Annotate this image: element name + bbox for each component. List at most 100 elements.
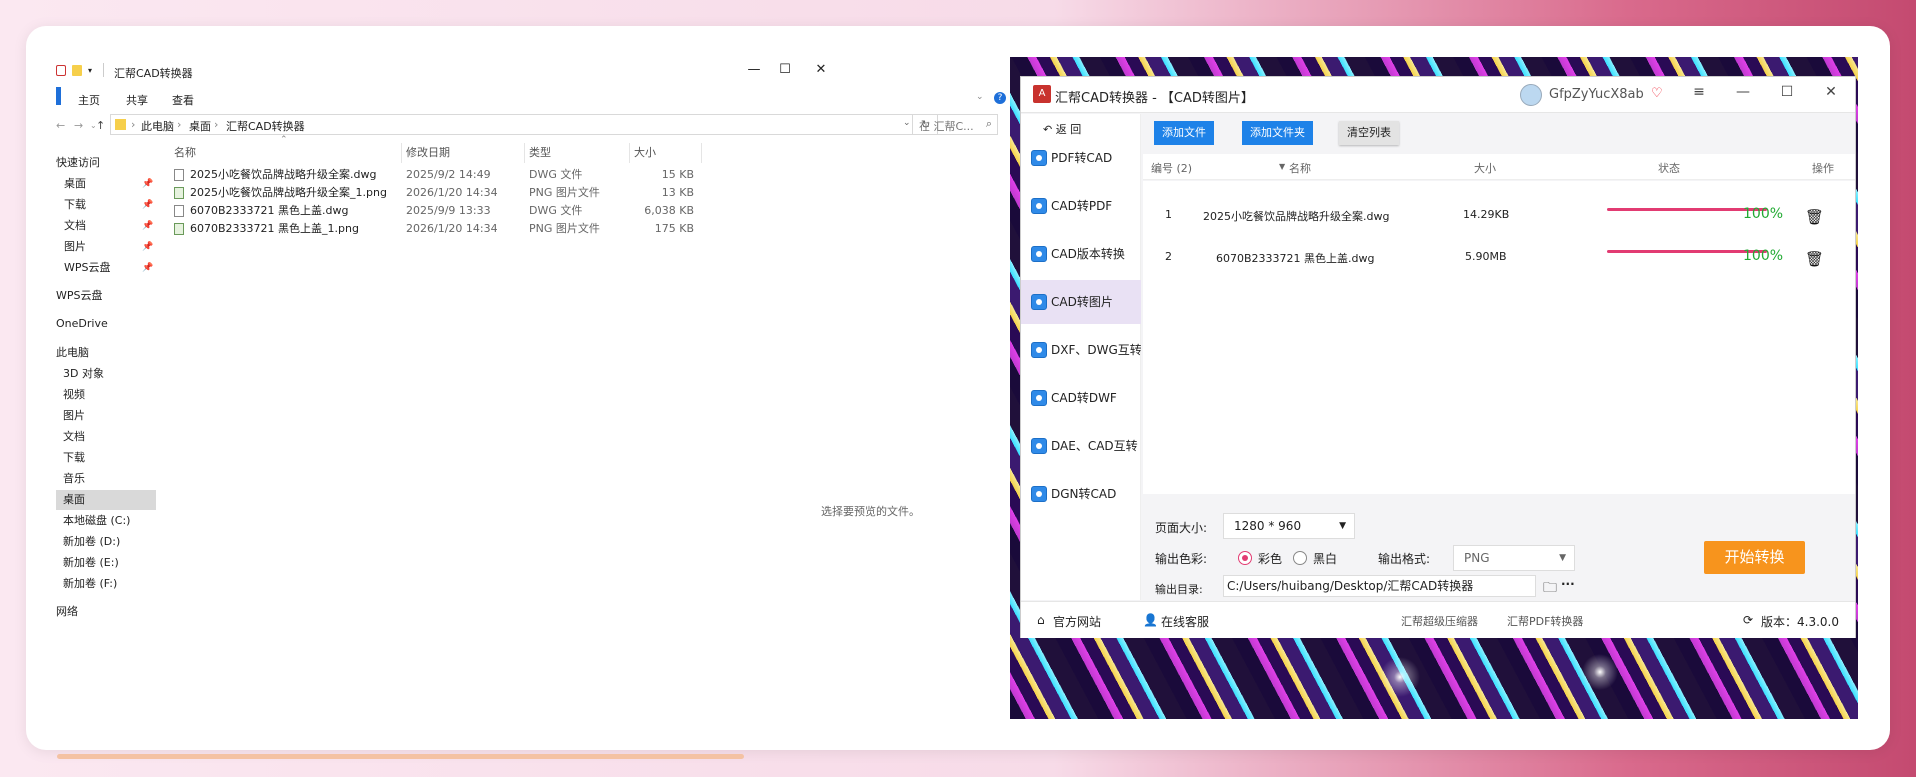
column-type[interactable]: 类型 — [529, 143, 551, 163]
ribbon-expand-icon[interactable]: ⌄ — [976, 92, 984, 102]
bw-option-label[interactable]: 黑白 — [1313, 550, 1337, 567]
start-convert-button[interactable]: 开始转换 — [1704, 541, 1805, 574]
app-title: 汇帮CAD转换器 - 【CAD转图片】 — [1055, 91, 1254, 106]
pin-icon: 📌 — [142, 200, 154, 210]
sidebar-item-dae-cad[interactable]: DAE、CAD互转 — [1021, 424, 1141, 468]
delete-icon[interactable]: 🗑 — [1805, 250, 1824, 268]
sidebar-item-cad-to-dwf[interactable]: CAD转DWF — [1021, 376, 1141, 420]
sidebar-item-cad-to-image[interactable]: CAD转图片 — [1021, 280, 1141, 324]
sidebar-item-dxf-dwg[interactable]: DXF、DWG互转 — [1021, 328, 1141, 372]
refresh-icon[interactable]: ⟳ — [1743, 613, 1753, 627]
sidebar-item-cad-version[interactable]: CAD版本转换 — [1021, 232, 1141, 276]
more-button[interactable]: ··· — [1561, 577, 1575, 591]
nav-quick-access[interactable]: 快速访问 — [56, 153, 100, 173]
compressor-link[interactable]: 汇帮超级压缩器 — [1401, 613, 1478, 629]
app-sidebar: ↶ 返 回 PDF转CAD CAD转PDF CAD版本转换 CAD转图片 DXF… — [1021, 114, 1141, 600]
pdf-converter-link[interactable]: 汇帮PDF转换器 — [1507, 613, 1583, 629]
column-modified[interactable]: 修改日期 — [406, 143, 450, 163]
nav-music[interactable]: 音乐 — [56, 469, 85, 489]
page-size-select[interactable]: 1280 * 960 ▼ — [1223, 513, 1355, 539]
color-radio-color[interactable] — [1238, 551, 1252, 565]
nav-onedrive[interactable]: OneDrive — [56, 314, 108, 334]
menu-icon[interactable]: ≡ — [1688, 84, 1710, 100]
support-link[interactable]: 在线客服 — [1161, 613, 1209, 630]
vip-icon[interactable]: ♡ — [1651, 86, 1663, 101]
nav-network[interactable]: 网络 — [56, 602, 78, 622]
sidebar-item-cad-to-pdf[interactable]: CAD转PDF — [1021, 184, 1141, 228]
ribbon-tab-home[interactable]: 主页 — [78, 92, 100, 108]
minimize-button[interactable]: — — [739, 60, 769, 80]
close-button[interactable]: ✕ — [806, 60, 836, 80]
search-box[interactable]: 在 汇帮C... ⌕ — [912, 114, 998, 135]
color-option-label[interactable]: 彩色 — [1258, 550, 1282, 567]
output-dir-input[interactable]: C:/Users/huibang/Desktop/汇帮CAD转换器 — [1223, 575, 1536, 597]
clear-list-button[interactable]: 清空列表 — [1339, 121, 1399, 145]
nav-pictures-pc[interactable]: 图片 — [56, 406, 85, 426]
nav-desktop-pc[interactable]: 桌面 — [56, 490, 156, 510]
color-radio-bw[interactable] — [1293, 551, 1307, 565]
delete-icon[interactable]: 🗑 — [1805, 208, 1824, 226]
file-row[interactable]: 2025小吃餐饮品牌战略升级全案_1.png 2026/1/20 14:34 P… — [174, 184, 734, 202]
breadcrumb-folder[interactable]: 汇帮CAD转换器 — [226, 118, 305, 134]
back-button[interactable]: ↶ 返 回 — [1043, 121, 1081, 137]
format-select[interactable]: PNG ▼ — [1453, 545, 1575, 571]
ribbon-tab-share[interactable]: 共享 — [126, 92, 148, 108]
nav-downloads[interactable]: 下载 📌 — [56, 195, 153, 215]
nav-this-pc[interactable]: 此电脑 — [56, 343, 89, 363]
back-arrow-icon[interactable]: ← — [56, 119, 65, 132]
search-input[interactable]: 在 汇帮C... — [919, 120, 974, 133]
column-size[interactable]: 大小 — [634, 143, 656, 163]
minimize-button[interactable]: — — [1732, 84, 1754, 100]
nav-wps-cloud[interactable]: WPS云盘 📌 — [56, 258, 153, 278]
breadcrumb-this-pc[interactable]: 此电脑 — [141, 118, 174, 134]
nav-drive-d[interactable]: 新加卷 (D:) — [56, 532, 120, 552]
header-index[interactable]: 编号 (2) — [1151, 160, 1192, 176]
file-modified: 2025/9/2 14:49 — [406, 168, 491, 181]
file-row[interactable]: 6070B2333721 黑色上盖.dwg 2025/9/9 13:33 DWG… — [174, 202, 734, 220]
maximize-button[interactable]: ☐ — [770, 60, 800, 80]
breadcrumb-desktop[interactable]: 桌面 — [189, 118, 211, 134]
properties-icon[interactable] — [56, 65, 66, 76]
breadcrumb-chevron-icon: › — [177, 118, 182, 131]
folder-icon[interactable] — [72, 65, 82, 76]
table-row[interactable]: 1 2025小吃餐饮品牌战略升级全案.dwg 14.29KB 100% 🗑 — [1143, 196, 1855, 236]
maximize-button[interactable]: ☐ — [1776, 84, 1798, 100]
open-folder-icon[interactable]: 🗀 — [1543, 577, 1557, 601]
avatar[interactable] — [1520, 84, 1542, 106]
nav-wps-cloud-root[interactable]: WPS云盘 — [56, 286, 103, 306]
nav-desktop[interactable]: 桌面 📌 — [56, 174, 153, 194]
close-button[interactable]: ✕ — [1820, 84, 1842, 100]
nav-documents[interactable]: 文档 📌 — [56, 216, 153, 236]
sort-desc-icon[interactable]: ▼ — [1279, 162, 1285, 171]
search-icon[interactable]: ⌕ — [986, 117, 992, 131]
file-row[interactable]: 6070B2333721 黑色上盖_1.png 2026/1/20 14:34 … — [174, 220, 734, 238]
nav-documents-pc[interactable]: 文档 — [56, 427, 85, 447]
color-label: 输出色彩: — [1155, 552, 1208, 566]
table-row[interactable]: 2 6070B2333721 黑色上盖.dwg 5.90MB 100% 🗑 — [1143, 238, 1855, 278]
nav-3d-objects[interactable]: 3D 对象 — [56, 364, 104, 384]
nav-drive-e[interactable]: 新加卷 (E:) — [56, 553, 119, 573]
forward-arrow-icon[interactable]: → — [74, 119, 83, 132]
website-link[interactable]: 官方网站 — [1053, 613, 1101, 630]
quick-access-dropdown-icon[interactable]: ▾ — [88, 66, 98, 77]
file-row[interactable]: 2025小吃餐饮品牌战略升级全案.dwg 2025/9/2 14:49 DWG … — [174, 166, 734, 184]
sidebar-item-pdf-to-cad[interactable]: PDF转CAD — [1021, 136, 1141, 180]
nav-drive-f[interactable]: 新加卷 (F:) — [56, 574, 117, 594]
breadcrumb-chevron-icon: › — [131, 118, 136, 131]
file-menu-tab[interactable] — [56, 87, 61, 105]
add-folder-button[interactable]: 添加文件夹 — [1242, 121, 1313, 145]
add-file-button[interactable]: 添加文件 — [1154, 121, 1214, 145]
nav-drive-c[interactable]: 本地磁盘 (C:) — [56, 511, 130, 531]
nav-pictures[interactable]: 图片 📌 — [56, 237, 153, 257]
nav-videos[interactable]: 视频 — [56, 385, 85, 405]
column-name[interactable]: 名称 — [174, 143, 196, 163]
sidebar-item-dgn-to-cad[interactable]: DGN转CAD — [1021, 472, 1141, 516]
address-dropdown-icon[interactable]: ⌄ — [903, 118, 911, 128]
help-icon[interactable]: ? — [994, 92, 1006, 104]
username[interactable]: GfpZyYucX8ab — [1549, 87, 1644, 102]
ribbon-tab-view[interactable]: 查看 — [172, 92, 194, 108]
nav-downloads-pc[interactable]: 下载 — [56, 448, 85, 468]
header-name[interactable]: 名称 — [1289, 160, 1311, 176]
address-bar[interactable]: › 此电脑 › 桌面 › 汇帮CAD转换器 ⌄ ↻ — [110, 114, 938, 135]
up-arrow-icon[interactable]: ↑ — [96, 119, 105, 132]
